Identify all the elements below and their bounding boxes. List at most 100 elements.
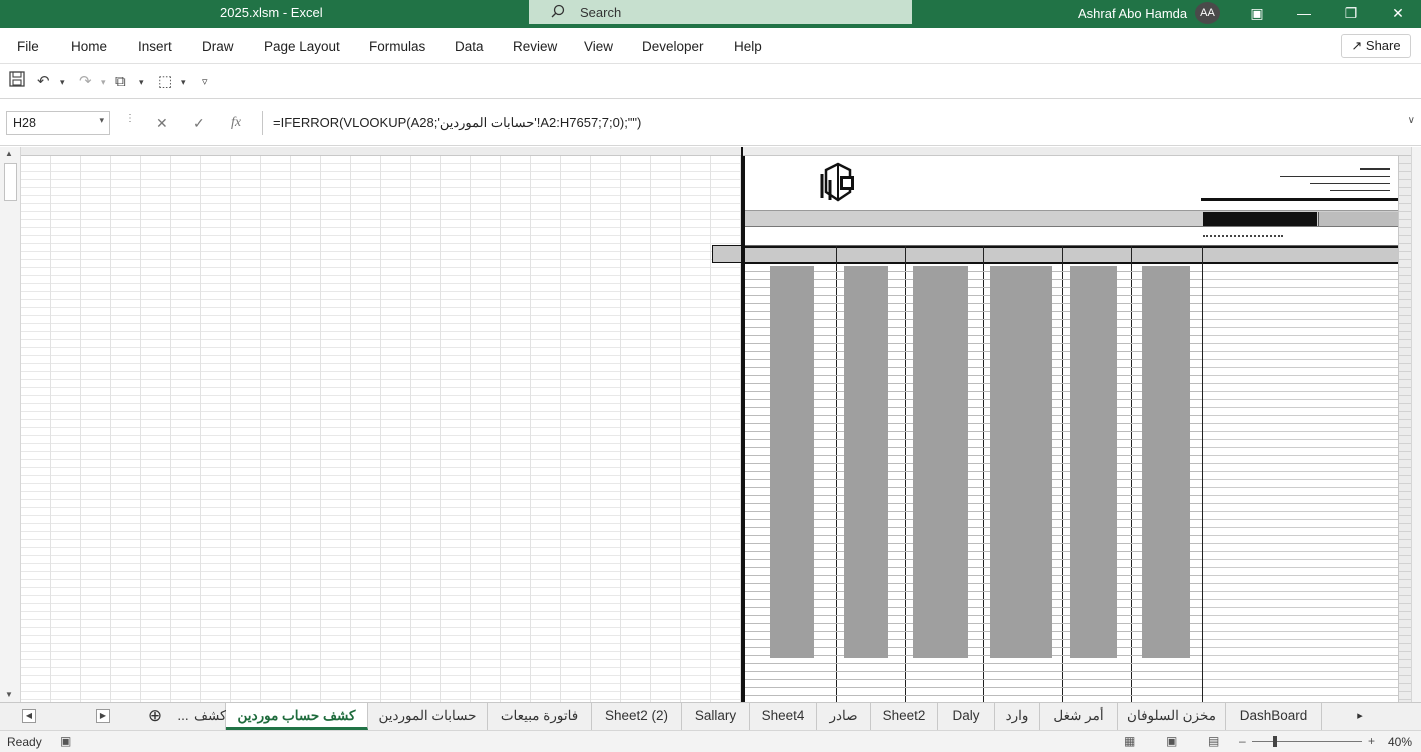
print-area-border bbox=[741, 147, 743, 702]
redo-dropdown-icon[interactable]: ▾ bbox=[101, 71, 106, 93]
customize-toolbar-icon[interactable]: ▿ bbox=[202, 71, 208, 93]
undo-dropdown-icon[interactable]: ▾ bbox=[60, 71, 65, 93]
status-bar: Ready ▣ ▦ ▣ ▤ – + 40% bbox=[0, 730, 1421, 752]
share-label: Share bbox=[1365, 38, 1401, 53]
description-column bbox=[1203, 266, 1398, 702]
sheet-tab[interactable]: Sheet2 bbox=[871, 703, 938, 730]
enter-icon[interactable]: ✓ bbox=[193, 115, 205, 132]
sheet-tab[interactable]: مخزن السلوفان bbox=[1118, 703, 1226, 730]
scroll-up-icon[interactable]: ▲ bbox=[5, 149, 13, 158]
tab-page-layout[interactable]: Page Layout bbox=[264, 39, 340, 54]
shapes-dropdown-icon[interactable]: ▾ bbox=[181, 71, 186, 93]
excel-window: 2025.xlsm - Excel Search Ashraf Abo Hamd… bbox=[0, 0, 1421, 752]
formula-bar: H28 ▾ ⋮ ✕ ✓ fx =IFERROR(VLOOKUP(A28;'حسا… bbox=[0, 100, 1421, 146]
tab-developer[interactable]: Developer bbox=[642, 39, 704, 54]
format-icon[interactable]: ⧉ bbox=[115, 71, 126, 93]
minimize-button[interactable]: — bbox=[1281, 0, 1327, 28]
sheet-tab[interactable]: أمر شغل bbox=[1040, 703, 1118, 730]
search-box[interactable]: Search bbox=[529, 0, 912, 24]
shaded-column bbox=[1070, 266, 1117, 658]
right-scroll-edge[interactable] bbox=[1411, 147, 1421, 702]
vertical-scrollbar[interactable]: ▲ ▼ bbox=[0, 147, 21, 702]
expand-formula-bar-icon[interactable]: ∨ bbox=[1408, 115, 1415, 126]
zoom-slider[interactable] bbox=[1252, 741, 1362, 742]
format-dropdown-icon[interactable]: ▾ bbox=[139, 71, 144, 93]
undo-icon[interactable]: ↶ bbox=[37, 71, 50, 93]
tabs-scroll-right-icon[interactable]: ▸ bbox=[1352, 703, 1368, 730]
supplier-name-label bbox=[1318, 212, 1400, 226]
balance-value bbox=[1203, 235, 1283, 237]
row-headers[interactable] bbox=[1398, 156, 1411, 702]
sheet-tab[interactable]: فاتورة مبيعات bbox=[488, 703, 592, 730]
company-logo bbox=[820, 162, 854, 202]
tab-formulas[interactable]: Formulas bbox=[369, 39, 425, 54]
header-rule bbox=[1201, 198, 1400, 201]
normal-view-icon[interactable]: ▦ bbox=[1124, 734, 1135, 748]
macro-recording-icon[interactable]: ▣ bbox=[60, 734, 71, 748]
share-icon: ↗ bbox=[1351, 38, 1363, 53]
sheet-tab[interactable]: Sallary bbox=[682, 703, 750, 730]
zoom-out-icon[interactable]: – bbox=[1239, 734, 1246, 748]
ribbon-tabs: File Home Insert Draw Page Layout Formul… bbox=[0, 28, 1421, 64]
tab-review[interactable]: Review bbox=[513, 39, 557, 54]
sheet-tab[interactable]: DashBoard bbox=[1226, 703, 1322, 730]
sheet-tab[interactable]: كشف bbox=[194, 703, 226, 730]
sheet-tab-bar: ◀ ▶ ⊕ ... كشف كشف حساب موردين حسابات الم… bbox=[0, 702, 1421, 730]
tab-home[interactable]: Home bbox=[71, 39, 107, 54]
sheet-tab[interactable]: صادر bbox=[817, 703, 871, 730]
supplier-statement-report[interactable] bbox=[743, 156, 1400, 702]
zoom-level[interactable]: 40% bbox=[1388, 735, 1412, 749]
scroll-thumb[interactable] bbox=[4, 163, 17, 201]
tab-file[interactable]: File bbox=[17, 39, 39, 54]
sheet-tab[interactable]: وارد bbox=[995, 703, 1040, 730]
cell-grid[interactable] bbox=[21, 156, 743, 702]
ribbon-display-options-button[interactable]: ▣ bbox=[1234, 0, 1280, 28]
sheet-tab[interactable]: حسابات الموردين bbox=[368, 703, 488, 730]
sheet-tab[interactable]: Sheet4 bbox=[750, 703, 817, 730]
shaded-column bbox=[844, 266, 888, 658]
name-box[interactable]: H28 ▾ bbox=[6, 111, 110, 135]
restore-button[interactable]: ❐ bbox=[1328, 0, 1374, 28]
supplier-name-cell[interactable] bbox=[1203, 212, 1317, 226]
tab-draw[interactable]: Draw bbox=[202, 39, 234, 54]
page-break-preview-icon[interactable]: ▤ bbox=[1208, 734, 1219, 748]
account-total-row bbox=[745, 228, 1400, 246]
shaded-column bbox=[913, 266, 968, 658]
status-ready: Ready bbox=[7, 735, 42, 749]
cancel-icon[interactable]: ✕ bbox=[156, 115, 168, 132]
search-placeholder: Search bbox=[580, 5, 622, 20]
shapes-icon[interactable]: ⬚ bbox=[158, 71, 172, 93]
add-sheet-icon[interactable]: ⊕ bbox=[143, 703, 167, 730]
name-box-value: H28 bbox=[13, 116, 36, 130]
table-header-row bbox=[745, 246, 1400, 264]
avatar[interactable]: AA bbox=[1195, 2, 1220, 24]
share-button[interactable]: ↗ Share bbox=[1341, 34, 1411, 58]
formula-input[interactable]: =IFERROR(VLOOKUP(A28;'حسابات الموردين'!A… bbox=[262, 111, 1418, 135]
column-headers[interactable] bbox=[21, 147, 1411, 156]
zoom-in-icon[interactable]: + bbox=[1368, 734, 1375, 748]
shaded-column bbox=[770, 266, 814, 658]
sheet-tab[interactable]: Sheet2 (2) bbox=[592, 703, 682, 730]
zoom-slider-thumb[interactable] bbox=[1273, 736, 1277, 747]
tab-scroll-left-icon[interactable]: ◀ bbox=[22, 709, 36, 723]
sheet-tab[interactable]: Daly bbox=[938, 703, 995, 730]
account-name[interactable]: Ashraf Abo Hamda bbox=[1078, 6, 1187, 21]
tab-view[interactable]: View bbox=[584, 39, 613, 54]
more-options-icon: ⋮ bbox=[125, 113, 135, 124]
worksheet-area[interactable]: ▲ ▼ bbox=[0, 147, 1421, 702]
tab-data[interactable]: Data bbox=[455, 39, 484, 54]
more-sheets-button[interactable]: ... bbox=[172, 703, 194, 730]
chevron-down-icon[interactable]: ▾ bbox=[99, 115, 104, 126]
search-icon bbox=[551, 4, 565, 21]
sheet-tab-active[interactable]: كشف حساب موردين bbox=[226, 703, 368, 730]
redo-icon[interactable]: ↷ bbox=[79, 71, 92, 93]
tab-insert[interactable]: Insert bbox=[138, 39, 172, 54]
insert-function-icon[interactable]: fx bbox=[231, 115, 241, 131]
page-layout-view-icon[interactable]: ▣ bbox=[1166, 734, 1177, 748]
tab-scroll-right-icon[interactable]: ▶ bbox=[96, 709, 110, 723]
document-title: 2025.xlsm - Excel bbox=[220, 5, 323, 20]
tab-help[interactable]: Help bbox=[734, 39, 762, 54]
save-icon[interactable] bbox=[9, 71, 25, 93]
close-button[interactable]: ✕ bbox=[1375, 0, 1421, 28]
scroll-down-icon[interactable]: ▼ bbox=[5, 690, 13, 699]
